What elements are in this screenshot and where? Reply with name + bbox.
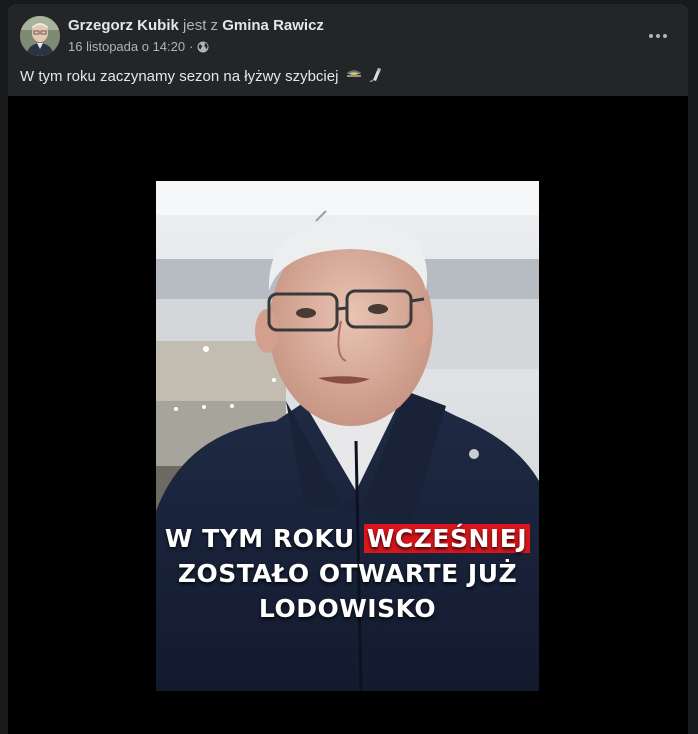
- post-card: Grzegorz Kubik jest z Gmina Rawicz 16 li…: [8, 4, 688, 734]
- more-options-button[interactable]: [640, 18, 676, 54]
- caption-line-1-text: W TYM ROKU: [164, 524, 355, 553]
- avatar-photo: [20, 16, 60, 56]
- globe-icon: [197, 41, 209, 53]
- caption-line-3: LODOWISKO: [258, 594, 437, 623]
- author-line: Grzegorz Kubik jest z Gmina Rawicz: [68, 17, 324, 34]
- with-text: jest z: [183, 17, 219, 34]
- video-caption: W TYM ROKU WCZEŚNIEJ ZOSTAŁO OTWARTE JUŻ…: [156, 521, 539, 626]
- more-dot-icon: [656, 34, 660, 38]
- post-meta: 16 listopada o 14:20 ·: [68, 39, 209, 54]
- video-player[interactable]: W TYM ROKU WCZEŚNIEJ ZOSTAŁO OTWARTE JUŻ…: [8, 96, 688, 734]
- video-frame[interactable]: W TYM ROKU WCZEŚNIEJ ZOSTAŁO OTWARTE JUŻ…: [156, 181, 539, 691]
- post-timestamp[interactable]: 16 listopada o 14:20: [68, 39, 185, 54]
- post-message: W tym roku zaczynamy sezon na łyżwy szyb…: [20, 67, 339, 85]
- post-text: W tym roku zaczynamy sezon na łyżwy szyb…: [20, 67, 383, 87]
- ice-skate-emoji-icon: [345, 68, 363, 86]
- meta-separator: ·: [189, 39, 194, 54]
- post-header: Grzegorz Kubik jest z Gmina Rawicz 16 li…: [8, 4, 688, 60]
- caption-highlight: WCZEŚNIEJ: [363, 524, 531, 553]
- author-name[interactable]: Grzegorz Kubik: [68, 17, 179, 34]
- author-avatar[interactable]: [20, 16, 60, 56]
- place-link[interactable]: Gmina Rawicz: [222, 17, 324, 34]
- more-dot-icon: [649, 34, 653, 38]
- skate-blade-emoji-icon: [369, 67, 383, 87]
- caption-line-2: ZOSTAŁO OTWARTE JUŻ: [177, 559, 518, 588]
- caption-line-1: W TYM ROKU WCZEŚNIEJ: [156, 521, 539, 556]
- more-dot-icon: [663, 34, 667, 38]
